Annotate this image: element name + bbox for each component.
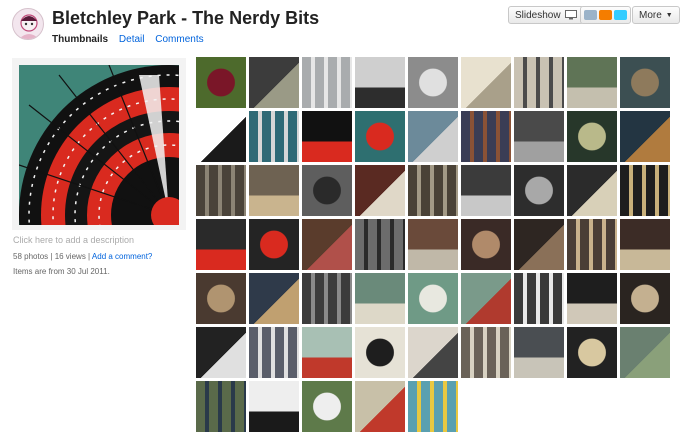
photo-thumbnail[interactable] [514,57,564,108]
photo-thumbnail[interactable] [408,165,458,216]
photo-thumbnail[interactable] [620,273,670,324]
photo-thumbnail[interactable] [620,219,670,270]
set-cover-frame [12,58,186,230]
share-buttons [580,6,631,24]
photo-thumbnail[interactable] [514,165,564,216]
photo-thumbnail[interactable] [196,219,246,270]
photo-thumbnail[interactable] [461,273,511,324]
tab-comments[interactable]: Comments [155,34,203,45]
photo-thumbnail[interactable] [196,327,246,378]
photo-thumbnail[interactable] [620,111,670,162]
add-comment-link[interactable]: Add a comment? [92,252,152,261]
photo-thumbnail[interactable] [355,111,405,162]
photo-thumbnail[interactable] [196,57,246,108]
photo-thumbnail[interactable] [408,327,458,378]
chevron-down-icon: ▼ [665,11,673,19]
set-cover-image[interactable] [19,65,179,225]
views-count: 16 views [54,252,86,261]
photo-thumbnail[interactable] [567,273,617,324]
photo-thumbnail[interactable] [567,111,617,162]
items-date: Items are from 30 Jul 2011. [13,267,110,276]
photo-thumbnail[interactable] [567,327,617,378]
email-icon[interactable] [584,10,597,20]
photo-thumbnail[interactable] [302,381,352,432]
photo-thumbnail[interactable] [196,381,246,432]
photo-thumbnail[interactable] [355,57,405,108]
photo-thumbnail[interactable] [355,381,405,432]
monitor-icon [564,10,577,20]
photo-thumbnail[interactable] [514,111,564,162]
photo-thumbnail[interactable] [249,219,299,270]
photos-count: 58 photos [13,252,49,261]
photo-thumbnail[interactable] [196,165,246,216]
thumbnail-grid [196,57,670,432]
photo-thumbnail[interactable] [461,165,511,216]
photo-thumbnail[interactable] [302,165,352,216]
twitter-icon[interactable] [614,10,627,20]
photo-thumbnail[interactable] [567,165,617,216]
photo-thumbnail[interactable] [408,111,458,162]
photo-thumbnail[interactable] [249,111,299,162]
photo-thumbnail[interactable] [567,57,617,108]
photo-thumbnail[interactable] [302,57,352,108]
photo-thumbnail[interactable] [302,111,352,162]
add-description-hint[interactable]: Click here to add a description [13,235,134,245]
stats-separator: | [50,252,53,261]
photo-thumbnail[interactable] [355,165,405,216]
photo-thumbnail[interactable] [249,381,299,432]
photo-thumbnail[interactable] [514,273,564,324]
tab-thumbnails[interactable]: Thumbnails [52,34,108,45]
photo-thumbnail[interactable] [620,327,670,378]
photo-thumbnail[interactable] [514,327,564,378]
photo-thumbnail[interactable] [620,57,670,108]
photo-thumbnail[interactable] [620,165,670,216]
tab-detail[interactable]: Detail [119,34,145,45]
slideshow-label: Slideshow [515,9,561,21]
cipher-wheel-icon [19,65,179,225]
photo-thumbnail[interactable] [355,327,405,378]
photo-thumbnail[interactable] [355,273,405,324]
photo-thumbnail[interactable] [249,327,299,378]
photo-thumbnail[interactable] [408,381,458,432]
blogger-icon[interactable] [599,10,612,20]
photo-thumbnail[interactable] [461,219,511,270]
photo-thumbnail[interactable] [461,327,511,378]
view-tabs: Thumbnails Detail Comments [52,34,212,45]
photo-thumbnail[interactable] [196,111,246,162]
photo-thumbnail[interactable] [408,273,458,324]
set-stats: 58 photos | 16 views | Add a comment? [13,252,152,261]
photo-thumbnail[interactable] [249,165,299,216]
photo-thumbnail[interactable] [461,111,511,162]
photo-thumbnail[interactable] [196,273,246,324]
slideshow-button[interactable]: Slideshow [508,6,584,24]
avatar-image [19,14,39,39]
photo-thumbnail[interactable] [302,273,352,324]
stats-separator: | [88,252,91,261]
photo-thumbnail[interactable] [249,57,299,108]
photo-thumbnail[interactable] [302,327,352,378]
photo-thumbnail[interactable] [302,219,352,270]
photo-thumbnail[interactable] [514,219,564,270]
photo-thumbnail[interactable] [461,57,511,108]
photo-thumbnail[interactable] [567,219,617,270]
photo-thumbnail[interactable] [408,219,458,270]
avatar[interactable] [12,8,44,40]
photo-thumbnail[interactable] [355,219,405,270]
more-label: More [639,9,662,21]
photo-thumbnail[interactable] [408,57,458,108]
photo-thumbnail[interactable] [249,273,299,324]
set-title: Bletchley Park - The Nerdy Bits [52,8,320,28]
more-button[interactable]: More ▼ [632,6,680,24]
